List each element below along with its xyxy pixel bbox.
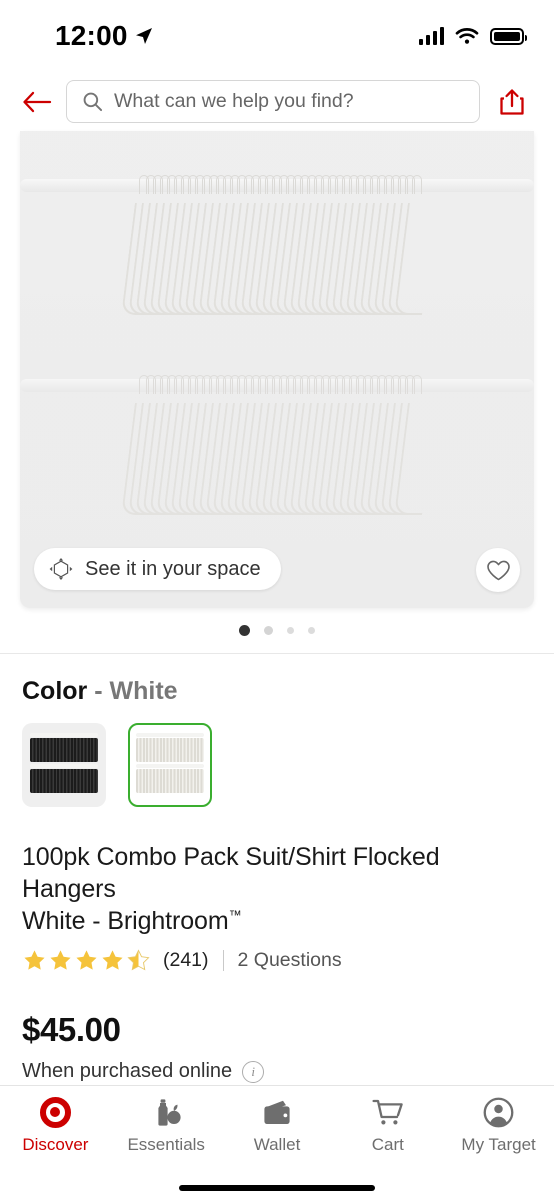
star-half-icon <box>127 949 150 971</box>
tab-discover[interactable]: Discover <box>0 1096 111 1175</box>
product-hero-image[interactable]: See it in your space <box>20 131 534 608</box>
wallet-icon <box>261 1096 293 1128</box>
product-gallery[interactable]: See it in your space <box>0 131 554 653</box>
back-arrow-icon <box>23 91 52 112</box>
tab-label-my-target: My Target <box>461 1135 536 1154</box>
app-screen: 12:00 What can we help you find? See it … <box>0 0 554 1201</box>
carousel-dots[interactable] <box>20 608 534 653</box>
carousel-dot[interactable] <box>264 626 273 635</box>
home-indicator[interactable] <box>0 1175 554 1201</box>
carousel-dot[interactable] <box>287 627 294 634</box>
status-bar-left: 12:00 <box>55 20 154 52</box>
tab-wallet[interactable]: Wallet <box>222 1096 333 1175</box>
swatch-hanger-row <box>30 763 98 793</box>
color-section: Color - White 100pk Combo Pack Suit/Shir… <box>0 654 554 1083</box>
groceries-icon <box>150 1096 182 1128</box>
tab-label-cart: Cart <box>371 1135 404 1154</box>
location-arrow-icon <box>135 28 152 44</box>
review-count[interactable]: (241) <box>163 949 209 972</box>
color-separator: - <box>94 677 103 705</box>
rating-row: (241) 2 Questions <box>22 937 532 973</box>
heart-outline-icon <box>486 560 510 580</box>
see-it-in-your-space-button[interactable]: See it in your space <box>34 548 281 590</box>
color-swatch-black[interactable] <box>22 723 106 807</box>
favorite-button[interactable] <box>476 548 520 592</box>
swatch-hanger-row <box>30 732 98 762</box>
cellular-signal-icon <box>418 27 444 45</box>
info-circle-icon[interactable]: i <box>242 1060 265 1083</box>
ar-cube-icon <box>49 558 73 580</box>
purchase-note: When purchased online <box>22 1060 233 1082</box>
star-full-icon <box>102 950 123 970</box>
color-label: Color <box>22 677 88 705</box>
share-button[interactable] <box>492 82 532 122</box>
account-circle-icon <box>483 1096 514 1128</box>
star-full-icon <box>24 950 45 970</box>
ar-button-label: See it in your space <box>85 557 261 580</box>
carousel-dot[interactable] <box>308 627 315 634</box>
search-input[interactable]: What can we help you find? <box>66 80 480 123</box>
product-title-line2: White - Brightroom <box>22 907 229 935</box>
image-overlay <box>20 131 534 608</box>
battery-full-icon <box>490 27 527 45</box>
star-rating[interactable] <box>22 948 151 973</box>
search-placeholder: What can we help you find? <box>114 90 354 112</box>
tab-cart[interactable]: Cart <box>332 1096 443 1175</box>
star-full-icon <box>50 950 71 970</box>
color-swatch-white[interactable] <box>128 723 212 807</box>
trademark-symbol: ™ <box>228 907 242 923</box>
star-full-icon <box>76 950 97 970</box>
color-value: White <box>109 677 178 705</box>
status-bar: 12:00 <box>0 0 554 72</box>
tab-my-target[interactable]: My Target <box>443 1096 554 1175</box>
purchase-note-row: When purchased online i <box>22 1049 532 1083</box>
swatch-hanger-row <box>136 732 204 762</box>
target-bullseye-icon <box>39 1096 71 1128</box>
color-heading: Color - White <box>22 654 532 706</box>
back-button[interactable] <box>14 79 60 125</box>
product-price: $45.00 <box>22 1011 121 1048</box>
tab-label-wallet: Wallet <box>253 1135 301 1154</box>
status-time: 12:00 <box>55 20 128 51</box>
tab-label-essentials: Essentials <box>127 1135 205 1154</box>
tab-list: Discover Essentials Wallet Cart My Targe… <box>0 1086 554 1175</box>
product-title-line1: 100pk Combo Pack Suit/Shirt Flocked Hang… <box>22 843 440 903</box>
color-swatch-list <box>22 706 532 807</box>
bottom-tab-bar: Discover Essentials Wallet Cart My Targe… <box>0 1085 554 1201</box>
tab-essentials[interactable]: Essentials <box>111 1096 222 1175</box>
wifi-icon <box>455 28 479 44</box>
swatch-hanger-row <box>136 763 204 793</box>
rating-divider <box>222 950 224 971</box>
shopping-cart-icon <box>372 1096 404 1128</box>
questions-link[interactable]: 2 Questions <box>238 949 342 972</box>
tab-label-discover: Discover <box>22 1135 89 1154</box>
share-icon <box>500 88 524 115</box>
search-header: What can we help you find? <box>0 72 554 131</box>
search-icon <box>83 92 103 112</box>
carousel-dot-active[interactable] <box>239 625 250 636</box>
page-title: 100pk Combo Pack Suit/Shirt Flocked Hang… <box>22 807 532 937</box>
status-bar-right <box>418 27 527 45</box>
